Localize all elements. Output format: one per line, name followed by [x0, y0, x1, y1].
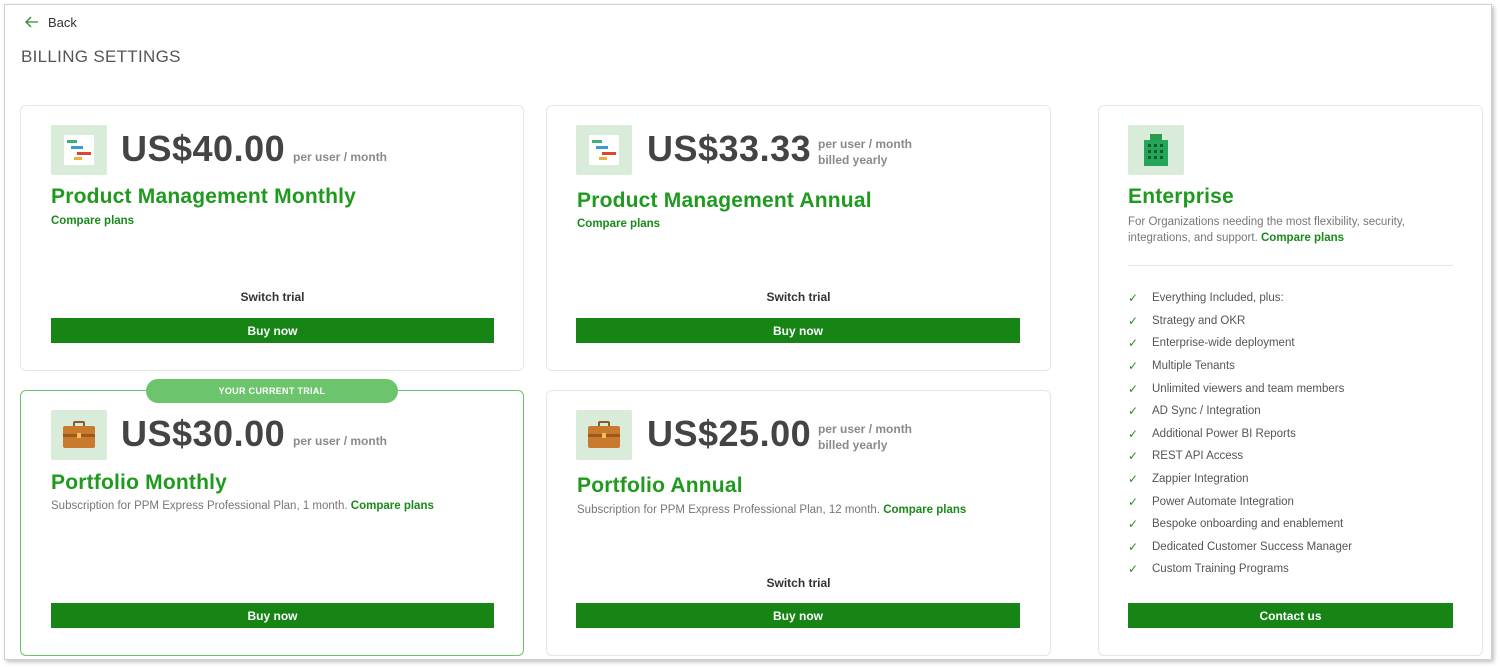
check-icon: ✓ [1128, 313, 1139, 328]
price: US$30.00 [121, 413, 286, 454]
switch-trial-link[interactable]: Switch trial [51, 290, 494, 304]
description-text: Subscription for PPM Express Professiona… [51, 500, 348, 512]
compare-plans-link[interactable]: Compare plans [883, 504, 966, 516]
switch-trial-link[interactable]: Switch trial [577, 576, 1020, 590]
divider [1128, 265, 1453, 266]
gantt-chart-icon [51, 125, 107, 175]
check-icon: ✓ [1128, 359, 1139, 374]
buy-now-button[interactable]: Buy now [51, 603, 494, 628]
feature-item: ✓ Power Automate Integration [1128, 494, 1294, 509]
compare-plans-link[interactable]: Compare plans [51, 215, 134, 227]
check-icon: ✓ [1128, 539, 1139, 554]
briefcase-icon [576, 410, 632, 460]
plan-title: Product Management Annual [577, 189, 872, 212]
buy-now-button[interactable]: Buy now [576, 318, 1020, 343]
price-unit: per user / month [293, 150, 388, 164]
compare-plans-link[interactable]: Compare plans [577, 218, 660, 230]
contact-us-button[interactable]: Contact us [1128, 603, 1453, 628]
compare-line: Compare plans [51, 215, 134, 227]
switch-trial-link[interactable]: Switch trial [577, 290, 1020, 304]
check-icon: ✓ [1128, 472, 1139, 487]
back-link[interactable]: Back [24, 14, 77, 30]
feature-item: ✓ Unlimited viewers and team members [1128, 381, 1345, 396]
check-icon: ✓ [1128, 562, 1139, 577]
feature-item: ✓ Additional Power BI Reports [1128, 426, 1296, 441]
feature-item: ✓ Bespoke onboarding and enablement [1128, 517, 1344, 532]
price-unit: per user / month [818, 137, 913, 151]
check-icon: ✓ [1128, 291, 1139, 306]
feature-item: ✓ Multiple Tenants [1128, 359, 1235, 374]
feature-item: ✓ REST API Access [1128, 449, 1244, 464]
page-title: BILLING SETTINGS [21, 47, 181, 66]
price: US$25.00 [647, 413, 812, 454]
feature-item: ✓ Everything Included, plus: [1128, 291, 1284, 306]
plan-title: Product Management Monthly [51, 185, 357, 208]
check-icon: ✓ [1128, 517, 1139, 532]
plan-title: Portfolio Annual [577, 474, 743, 497]
feature-item: ✓ Enterprise-wide deployment [1128, 336, 1295, 351]
description-text: Subscription for PPM Express Professiona… [577, 504, 880, 516]
briefcase-icon [51, 410, 107, 460]
compare-plans-link[interactable]: Compare plans [351, 500, 434, 512]
check-icon: ✓ [1128, 381, 1139, 396]
arrow-left-icon [25, 16, 38, 28]
plan-description: Subscription for PPM Express Professiona… [577, 504, 966, 516]
feature-list: ✓ Everything Included, plus: ✓ Strategy an… [1128, 287, 1352, 581]
check-icon: ✓ [1128, 426, 1139, 441]
buy-now-button[interactable]: Buy now [576, 603, 1020, 628]
compare-line: Compare plans [577, 218, 660, 230]
feature-item: ✓ Custom Training Programs [1128, 562, 1289, 577]
check-icon: ✓ [1128, 404, 1139, 419]
buy-now-button[interactable]: Buy now [51, 318, 494, 343]
plan-description: Subscription for PPM Express Professiona… [51, 500, 434, 512]
plan-title: Portfolio Monthly [51, 471, 228, 494]
price: US$33.33 [647, 128, 812, 169]
back-label: Back [48, 14, 77, 30]
compare-plans-link[interactable]: Compare plans [1261, 232, 1344, 244]
price-unit: per user / month [293, 434, 388, 448]
billing-period: billed yearly [818, 153, 888, 167]
feature-item: ✓ Strategy and OKR [1128, 313, 1246, 328]
feature-item: ✓ Zappier Integration [1128, 472, 1249, 487]
gantt-chart-icon [576, 125, 632, 175]
plan-description: For Organizations needing the most flexi… [1128, 214, 1458, 246]
check-icon: ✓ [1128, 494, 1139, 509]
billing-period: billed yearly [818, 438, 888, 452]
building-icon [1128, 125, 1184, 175]
check-icon: ✓ [1128, 336, 1139, 351]
feature-item: ✓ AD Sync / Integration [1128, 404, 1261, 419]
price: US$40.00 [121, 128, 286, 169]
price-unit: per user / month [818, 422, 913, 436]
current-trial-badge: YOUR CURRENT TRIAL [146, 379, 398, 403]
feature-item: ✓ Dedicated Customer Success Manager [1128, 539, 1353, 554]
check-icon: ✓ [1128, 449, 1139, 464]
plan-title: Enterprise [1128, 185, 1234, 208]
